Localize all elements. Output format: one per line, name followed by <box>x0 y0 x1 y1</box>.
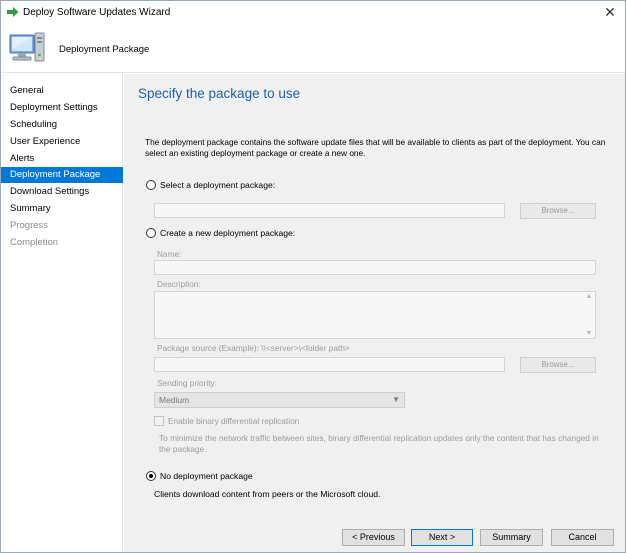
name-label: Name: <box>157 249 182 259</box>
wizard-steps-sidebar: General Deployment Settings Scheduling U… <box>1 74 123 552</box>
binary-diff-note: To minimize the network traffic between … <box>159 433 599 454</box>
next-button[interactable]: Next > <box>411 529 473 546</box>
no-package-note: Clients download content from peers or t… <box>154 489 381 499</box>
sending-priority-select: Medium ▼ <box>154 392 405 408</box>
sidebar-item-progress: Progress <box>10 220 49 231</box>
sidebar-item-scheduling[interactable]: Scheduling <box>1 117 123 133</box>
binary-diff-checkbox <box>154 416 164 426</box>
close-icon[interactable]: ✕ <box>601 3 619 21</box>
wizard-banner: Deployment Package <box>1 25 625 73</box>
sidebar-item-download-settings[interactable]: Download Settings <box>1 184 123 200</box>
description-scrollbar: ▲ ▼ <box>583 292 595 338</box>
scroll-down-icon: ▼ <box>585 330 593 337</box>
sidebar-item-summary[interactable]: Summary <box>1 201 123 217</box>
sidebar-item-alerts[interactable]: Alerts <box>1 151 123 167</box>
select-package-radio[interactable] <box>146 180 156 190</box>
binary-diff-label: Enable binary differential replication <box>168 416 300 426</box>
create-package-radio[interactable] <box>146 228 156 238</box>
title-bar: Deploy Software Updates Wizard ✕ <box>1 1 625 25</box>
no-package-radio[interactable] <box>146 471 156 481</box>
sidebar-item-deployment-settings[interactable]: Deployment Settings <box>1 100 123 116</box>
chevron-down-icon: ▼ <box>392 395 400 404</box>
sidebar-item-general[interactable]: General <box>1 83 123 99</box>
green-arrow-icon <box>7 7 19 17</box>
scroll-up-icon: ▲ <box>585 293 593 300</box>
summary-button[interactable]: Summary <box>480 529 543 546</box>
no-package-label[interactable]: No deployment package <box>160 471 253 481</box>
cancel-button[interactable]: Cancel <box>551 529 614 546</box>
sidebar-item-completion: Completion <box>10 237 59 248</box>
sidebar-item-user-experience[interactable]: User Experience <box>1 134 123 150</box>
sending-priority-label: Sending priority: <box>157 378 217 388</box>
description-label: Description: <box>157 279 201 289</box>
existing-package-field <box>154 203 505 218</box>
name-field <box>154 260 596 275</box>
sidebar-item-deployment-package[interactable]: Deployment Package <box>1 167 123 183</box>
wizard-footer: < Previous Next > Summary Cancel <box>124 518 625 552</box>
window-title: Deploy Software Updates Wizard <box>23 7 171 18</box>
sending-priority-value: Medium <box>159 395 190 405</box>
wizard-window: Deploy Software Updates Wizard ✕ Deploym… <box>0 0 626 553</box>
wizard-content: Specify the package to use The deploymen… <box>124 74 625 518</box>
browse-source-button: Browse... <box>520 357 596 373</box>
create-package-label[interactable]: Create a new deployment package: <box>160 228 295 238</box>
package-source-label: Package source (Example): \\<server>\<fo… <box>157 343 350 353</box>
page-title: Specify the package to use <box>138 86 301 101</box>
package-source-field <box>154 357 505 372</box>
description-field: ▲ ▼ <box>154 291 596 339</box>
intro-text: The deployment package contains the soft… <box>145 137 606 158</box>
previous-button[interactable]: < Previous <box>342 529 405 546</box>
select-package-label[interactable]: Select a deployment package: <box>160 180 275 190</box>
browse-existing-button: Browse... <box>520 203 596 219</box>
banner-heading: Deployment Package <box>59 44 150 55</box>
computer-icon <box>9 32 45 62</box>
